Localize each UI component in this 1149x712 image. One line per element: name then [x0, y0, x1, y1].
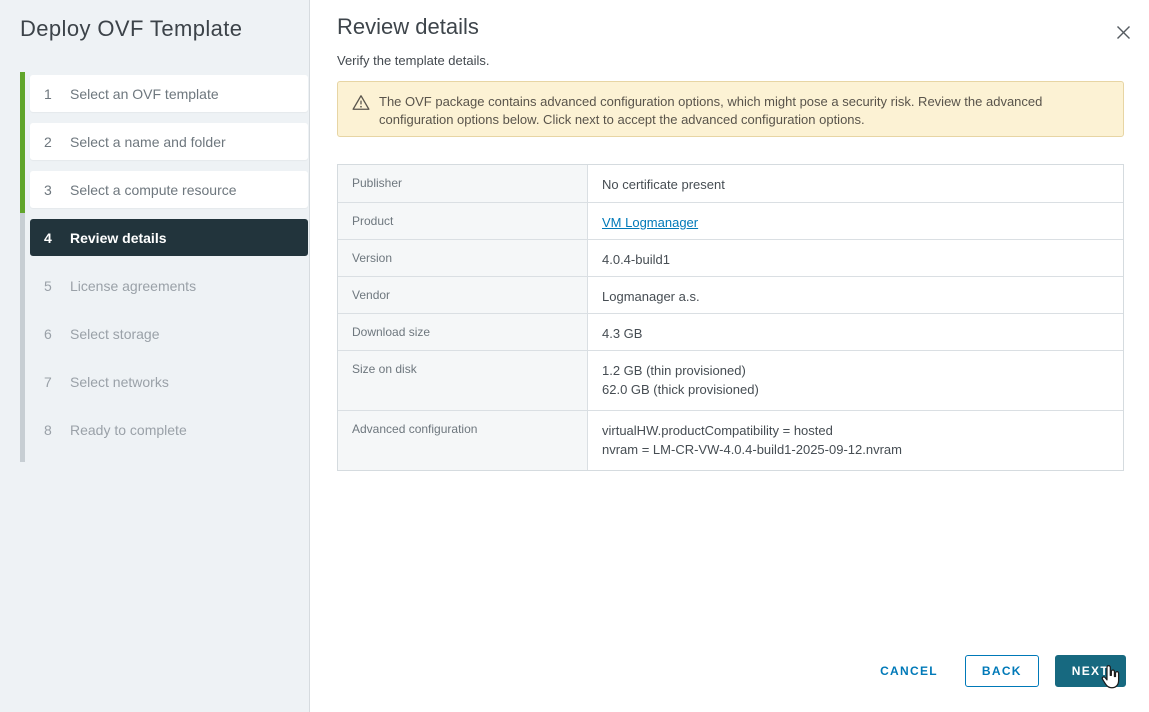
progress-rail-pending: [20, 213, 25, 462]
wizard-footer: CANCEL BACK NEXT: [880, 655, 1126, 689]
warning-icon: [352, 94, 370, 116]
step-license-agreements: 5 License agreements: [30, 267, 308, 304]
cancel-button[interactable]: CANCEL: [880, 664, 938, 678]
page-title: Review details: [337, 14, 479, 39]
row-label: Vendor: [338, 277, 588, 313]
step-number: 8: [44, 421, 52, 438]
size-thin-provisioned: 1.2 GB (thin provisioned): [602, 363, 746, 378]
step-select-ovf-template[interactable]: 1 Select an OVF template: [30, 75, 308, 112]
row-value: 4.3 GB: [602, 326, 643, 341]
size-thick-provisioned: 62.0 GB (thick provisioned): [602, 382, 759, 397]
step-label: Select networks: [70, 373, 169, 390]
step-select-compute-resource[interactable]: 3 Select a compute resource: [30, 171, 308, 208]
close-icon[interactable]: [1112, 21, 1134, 43]
progress-rail-completed: [20, 72, 25, 213]
page-subtitle: Verify the template details.: [337, 53, 490, 68]
row-value: Logmanager a.s.: [602, 289, 700, 304]
product-link[interactable]: VM Logmanager: [602, 215, 698, 230]
row-value: virtualHW.productCompatibility = hosted …: [588, 411, 1123, 470]
step-label: Select a compute resource: [70, 181, 237, 198]
step-ready-to-complete: 8 Ready to complete: [30, 411, 308, 448]
table-row-size-on-disk: Size on disk 1.2 GB (thin provisioned) 6…: [338, 350, 1123, 410]
step-number: 4: [44, 229, 52, 246]
step-number: 3: [44, 181, 52, 198]
row-value: VM Logmanager: [588, 203, 1123, 239]
advanced-config-line-1: virtualHW.productCompatibility = hosted: [602, 423, 833, 438]
row-label: Advanced configuration: [338, 411, 588, 470]
step-label: Review details: [70, 229, 167, 246]
template-details-table: Publisher No certificate present Product…: [337, 164, 1124, 471]
table-row-advanced-configuration: Advanced configuration virtualHW.product…: [338, 410, 1123, 470]
row-label: Version: [338, 240, 588, 276]
wizard-title: Deploy OVF Template: [20, 16, 243, 41]
wizard-sidebar: Deploy OVF Template 1 Select an OVF temp…: [0, 0, 310, 712]
step-label: Ready to complete: [70, 421, 187, 438]
deploy-ovf-template-dialog: Deploy OVF Template 1 Select an OVF temp…: [0, 0, 1149, 712]
row-label: Product: [338, 203, 588, 239]
step-review-details[interactable]: 4 Review details: [30, 219, 308, 256]
warning-banner: The OVF package contains advanced config…: [337, 81, 1124, 137]
step-label: Select an OVF template: [70, 85, 219, 102]
step-number: 2: [44, 133, 52, 150]
step-label: License agreements: [70, 277, 197, 294]
step-select-storage: 6 Select storage: [30, 315, 308, 352]
table-row-version: Version 4.0.4-build1: [338, 239, 1123, 276]
table-row-vendor: Vendor Logmanager a.s.: [338, 276, 1123, 313]
wizard-steps: 1 Select an OVF template 2 Select a name…: [30, 75, 308, 459]
step-select-name-folder[interactable]: 2 Select a name and folder: [30, 123, 308, 160]
warning-text: The OVF package contains advanced config…: [379, 94, 1043, 127]
next-button[interactable]: NEXT: [1054, 655, 1126, 689]
row-value: No certificate present: [602, 177, 725, 192]
row-value: 1.2 GB (thin provisioned) 62.0 GB (thick…: [588, 351, 1123, 410]
table-row-publisher: Publisher No certificate present: [338, 165, 1123, 202]
table-row-product: Product VM Logmanager: [338, 202, 1123, 239]
step-number: 5: [44, 277, 52, 294]
step-select-networks: 7 Select networks: [30, 363, 308, 400]
back-button[interactable]: BACK: [964, 655, 1039, 687]
step-label: Select storage: [70, 325, 160, 342]
step-number: 6: [44, 325, 52, 342]
advanced-config-line-2: nvram = LM-CR-VW-4.0.4-build1-2025-09-12…: [602, 442, 902, 457]
table-row-download-size: Download size 4.3 GB: [338, 313, 1123, 350]
row-label: Size on disk: [338, 351, 588, 410]
close-icon-glyph: [1116, 25, 1130, 39]
row-value: 4.0.4-build1: [602, 252, 670, 267]
step-number: 7: [44, 373, 52, 390]
next-button-label: NEXT: [1071, 664, 1109, 678]
step-number: 1: [44, 85, 52, 102]
row-label: Publisher: [338, 165, 588, 202]
row-label: Download size: [338, 314, 588, 350]
step-label: Select a name and folder: [70, 133, 226, 150]
